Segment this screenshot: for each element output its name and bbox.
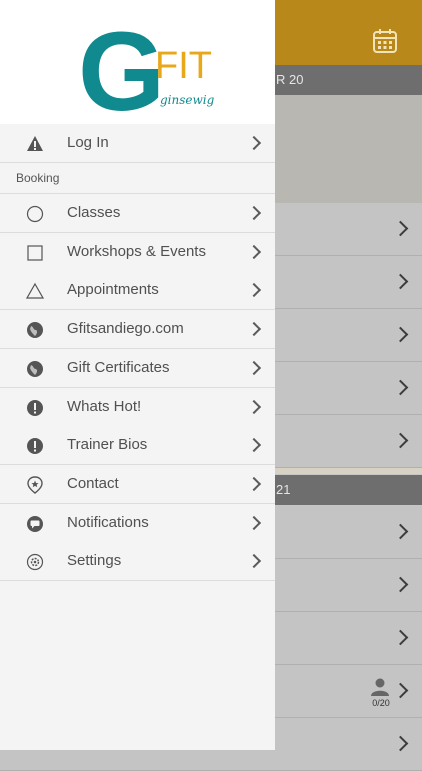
menu-item-settings[interactable]: Settings — [0, 542, 275, 581]
side-drawer: G FIT ginsewig Log In Booking Classes Wo… — [0, 0, 275, 750]
gfit-logo: G FIT ginsewig — [78, 9, 215, 134]
triangle-icon — [26, 282, 44, 299]
chevron-right-icon — [246, 476, 262, 492]
square-icon — [27, 245, 43, 261]
chevron-right-icon — [246, 244, 262, 260]
chevron-right-icon — [246, 515, 262, 531]
svg-text:FIT: FIT — [155, 45, 212, 87]
date-section-label: R 20 — [276, 72, 304, 87]
exclamation-icon — [27, 438, 43, 454]
menu-item-notifications[interactable]: Notifications — [0, 504, 275, 543]
circle-icon — [26, 205, 44, 223]
menu-item-gift-certificates[interactable]: Gift Certificates — [0, 349, 275, 388]
chevron-right-icon — [392, 576, 409, 593]
menu-item-label: Log In — [67, 134, 109, 151]
menu-item-label: Whats Hot! — [67, 398, 142, 415]
chevron-right-icon — [392, 432, 409, 449]
menu-item-workshops-events[interactable]: Workshops & Events — [0, 233, 275, 272]
chevron-right-icon — [246, 399, 262, 415]
chevron-right-icon — [392, 379, 409, 396]
menu-item-label: Gfitsandiego.com — [67, 320, 184, 337]
menu-item-label: Workshops & Events — [67, 243, 206, 260]
menu-item-log-in[interactable]: Log In — [0, 124, 275, 163]
menu-item-label: Settings — [67, 552, 122, 569]
section-label: Booking — [16, 171, 60, 185]
menu-item-label: Appointments — [67, 281, 159, 298]
person-icon — [371, 678, 389, 696]
menu-item-label: Classes — [67, 204, 121, 221]
chevron-right-icon — [246, 205, 262, 221]
menu-item-label: Gift Certificates — [67, 359, 170, 376]
brand-logo: G FIT ginsewig — [0, 0, 275, 134]
chevron-right-icon — [246, 553, 262, 569]
chevron-right-icon — [392, 326, 409, 343]
chevron-right-icon — [392, 523, 409, 540]
calendar-icon[interactable] — [372, 28, 398, 54]
menu-item-contact[interactable]: Contact — [0, 465, 275, 504]
menu-item-whats-hot[interactable]: Whats Hot! — [0, 388, 275, 427]
capacity-count: 0/20 — [372, 698, 390, 708]
gear-icon — [26, 553, 44, 571]
menu-item-gfitsandiego[interactable]: Gfitsandiego.com — [0, 310, 275, 349]
chevron-right-icon — [246, 437, 262, 453]
globe-icon — [27, 322, 43, 338]
chevron-right-icon — [246, 282, 262, 298]
chevron-right-icon — [392, 273, 409, 290]
menu-item-label: Trainer Bios — [67, 436, 148, 453]
date-section-label: 21 — [276, 482, 291, 497]
exclamation-icon — [27, 400, 43, 416]
menu-item-label: Contact — [67, 475, 119, 492]
chevron-right-icon — [392, 220, 409, 237]
location-pin-icon — [27, 476, 43, 494]
menu-item-label: Notifications — [67, 514, 149, 531]
chevron-right-icon — [246, 360, 262, 376]
section-header-booking: Booking — [0, 163, 275, 194]
svg-text:ginsewig: ginsewig — [160, 93, 215, 107]
chevron-right-icon — [392, 629, 409, 646]
chat-bubble-icon — [27, 516, 43, 532]
menu-item-classes[interactable]: Classes — [0, 194, 275, 233]
menu-item-appointments[interactable]: Appointments — [0, 271, 275, 310]
globe-icon — [27, 361, 43, 377]
menu-item-trainer-bios[interactable]: Trainer Bios — [0, 426, 275, 465]
svg-text:G: G — [78, 9, 165, 124]
chevron-right-icon — [246, 321, 262, 337]
warning-icon — [27, 136, 43, 151]
chevron-right-icon — [246, 135, 262, 151]
chevron-right-icon — [392, 682, 409, 699]
chevron-right-icon — [392, 735, 409, 752]
